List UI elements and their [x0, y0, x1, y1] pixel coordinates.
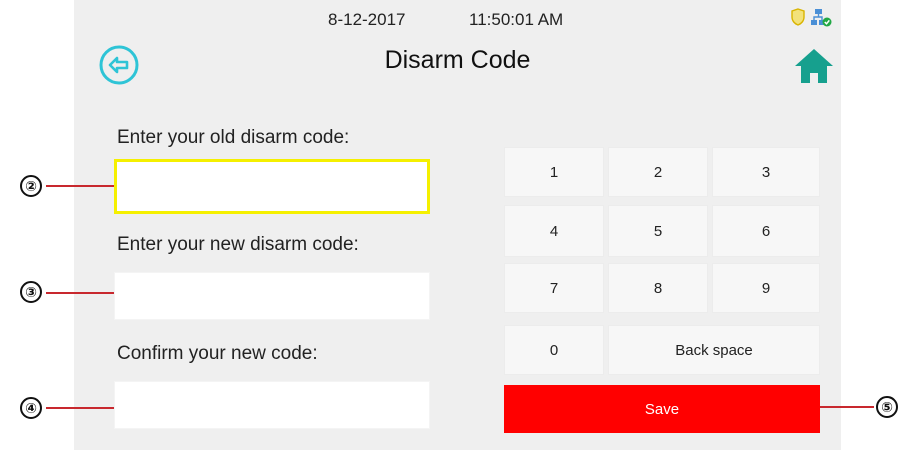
new-code-input[interactable]: [114, 272, 430, 320]
key-9[interactable]: 9: [712, 263, 820, 313]
callout-3-leader: [46, 292, 114, 294]
save-button[interactable]: Save: [504, 385, 820, 433]
callout-4: ④: [20, 397, 42, 419]
status-date: 8-12-2017: [328, 10, 406, 29]
page-title: Disarm Code: [384, 46, 531, 74]
key-8[interactable]: 8: [608, 263, 708, 313]
key-7[interactable]: 7: [504, 263, 604, 313]
shield-icon: [790, 8, 806, 31]
status-time: 11:50:01 AM: [469, 10, 564, 29]
key-1[interactable]: 1: [504, 147, 604, 197]
key-5[interactable]: 5: [608, 205, 708, 257]
confirm-code-label: Confirm your new code:: [117, 343, 318, 364]
callout-5: ⑤: [876, 396, 898, 418]
callout-2: ②: [20, 175, 42, 197]
old-code-label: Enter your old disarm code:: [117, 127, 350, 148]
callout-2-leader: [46, 185, 114, 187]
key-4[interactable]: 4: [504, 205, 604, 257]
callout-3: ③: [20, 281, 42, 303]
key-6[interactable]: 6: [712, 205, 820, 257]
new-code-label: Enter your new disarm code:: [117, 234, 359, 255]
key-3[interactable]: 3: [712, 147, 820, 197]
key-0[interactable]: 0: [504, 325, 604, 375]
home-button[interactable]: [792, 46, 836, 86]
old-code-input[interactable]: [114, 159, 430, 214]
backspace-button[interactable]: Back space: [608, 325, 820, 375]
home-icon: [795, 49, 833, 83]
network-ok-icon: [810, 8, 832, 33]
confirm-code-input[interactable]: [114, 381, 430, 429]
disarm-code-screen: 8-12-2017 11:50:01 AM Disarm Code Enter …: [74, 0, 841, 450]
callout-5-leader: [820, 406, 874, 408]
callout-4-leader: [46, 407, 114, 409]
key-2[interactable]: 2: [608, 147, 708, 197]
